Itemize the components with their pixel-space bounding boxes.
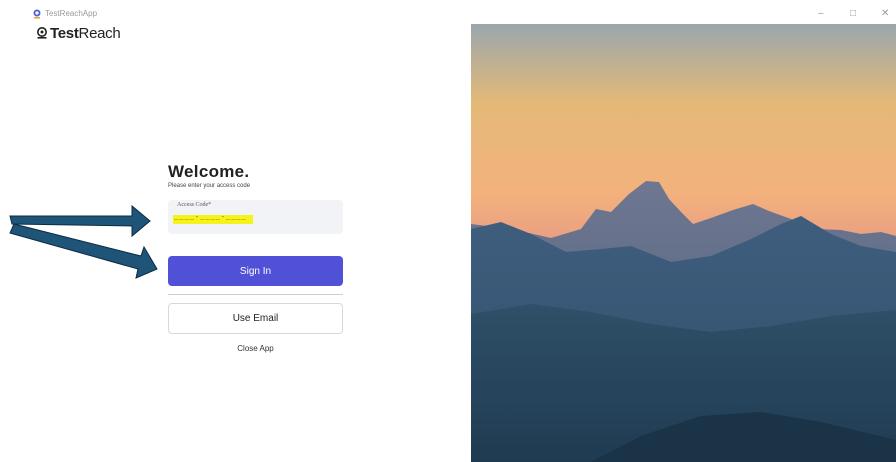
access-code-field[interactable]: Access Code* ____-____-____ [168,200,343,234]
hero-landscape-image [471,24,896,462]
welcome-heading: Welcome. [168,162,250,181]
maximize-button[interactable]: □ [850,8,856,20]
access-code-label: Access Code* [177,202,212,208]
window-title: TestReachApp [45,9,98,18]
access-code-instructions: Please enter your access code [168,183,251,189]
close-app-link[interactable]: Close App [168,344,343,353]
use-email-button[interactable]: Use Email [168,303,343,334]
minimize-button[interactable]: – [818,8,824,20]
app-logo-icon [33,9,41,19]
brand-logo: TestReach [36,24,121,42]
annotation-arrows [9,204,158,279]
sign-in-button[interactable]: Sign In [168,256,343,286]
close-window-button[interactable]: ✕ [881,8,889,20]
divider [168,294,343,295]
testreach-logo-icon [37,27,47,39]
mountain-sunset-image [471,24,896,462]
brand-name-regular: Reach [78,24,121,42]
brand-name: TestReach [50,24,121,42]
brand-name-bold: Test [50,24,79,42]
title-bar: TestReachApp – □ ✕ [0,0,896,24]
access-code-input[interactable]: ____-____-____ [174,214,247,222]
